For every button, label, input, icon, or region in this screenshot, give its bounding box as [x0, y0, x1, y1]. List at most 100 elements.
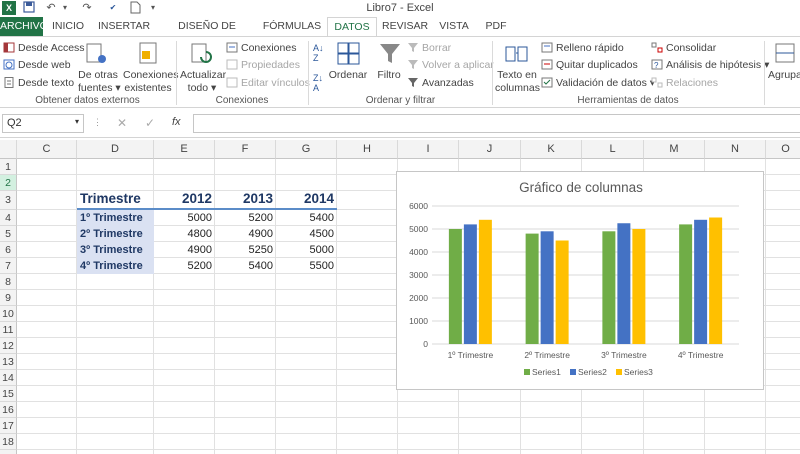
row-header-3[interactable]: 3: [0, 191, 17, 210]
desde-web-button[interactable]: Desde web: [3, 59, 71, 72]
column-header-h[interactable]: H: [337, 140, 398, 159]
table-cell[interactable]: 5400: [215, 258, 276, 274]
filtro-button[interactable]: Filtro: [373, 69, 405, 82]
consolidar-button[interactable]: Consolidar: [651, 42, 716, 55]
table-cell[interactable]: 5200: [154, 258, 215, 274]
tab-formulas[interactable]: FÓRMULAS: [262, 17, 322, 36]
validacion-datos-button[interactable]: Validación de datos ▾: [541, 77, 655, 90]
volver-aplicar-button[interactable]: Volver a aplicar: [407, 59, 494, 72]
row-header-15[interactable]: 15: [0, 386, 17, 402]
tab-revisar[interactable]: REVISAR: [382, 17, 428, 36]
column-chart[interactable]: Gráfico de columnas 0 1000 2000 3000 4000 5000…: [396, 171, 764, 390]
texto-columnas-button[interactable]: Texto en columnas: [495, 69, 540, 95]
otras-fuentes-label-1: De otras: [78, 69, 118, 81]
table-cell[interactable]: 5200: [215, 210, 276, 226]
row-header-16[interactable]: 16: [0, 402, 17, 418]
row-header-10[interactable]: 10: [0, 306, 17, 322]
row-header-13[interactable]: 13: [0, 354, 17, 370]
table-cell-label[interactable]: 4º Trimestre: [77, 258, 154, 274]
agrupar-button[interactable]: Agrupa: [768, 69, 800, 82]
tab-archivo[interactable]: ARCHIVO: [0, 17, 48, 36]
editar-vinculos-button[interactable]: Editar vínculos: [226, 77, 310, 90]
row-header-17[interactable]: 17: [0, 418, 17, 434]
tab-vista[interactable]: VISTA: [434, 17, 474, 36]
table-cell[interactable]: 5000: [154, 210, 215, 226]
row-header-7[interactable]: 7: [0, 258, 17, 274]
desde-access-button[interactable]: Desde Access: [3, 42, 85, 55]
otras-fuentes-button[interactable]: De otras fuentes ▾: [78, 69, 121, 95]
column-header-k[interactable]: K: [521, 140, 582, 159]
quitar-duplicados-button[interactable]: Quitar duplicados: [541, 59, 638, 72]
relleno-rapido-button[interactable]: Relleno rápido: [541, 42, 624, 55]
table-header-2013[interactable]: 2013: [215, 189, 276, 209]
conexiones-button[interactable]: Conexiones: [226, 42, 296, 55]
row-header-1[interactable]: 1: [0, 159, 17, 175]
insert-function-icon[interactable]: fx: [172, 116, 181, 128]
table-header-2014[interactable]: 2014: [276, 189, 337, 209]
table-cell[interactable]: 5400: [276, 210, 337, 226]
row-header-9[interactable]: 9: [0, 290, 17, 306]
select-all-corner[interactable]: [0, 140, 17, 159]
table-cell-label[interactable]: 2º Trimestre: [77, 226, 154, 242]
tab-diseno-pagina[interactable]: DISEÑO DE PÁGINA: [157, 17, 257, 51]
chevron-down-icon[interactable]: ▾: [75, 117, 79, 126]
borrar-button[interactable]: Borrar: [407, 42, 451, 55]
tab-pdf[interactable]: PDF: [480, 17, 512, 36]
table-cell[interactable]: 4800: [154, 226, 215, 242]
column-header-j[interactable]: J: [459, 140, 521, 159]
row-header-8[interactable]: 8: [0, 274, 17, 290]
row-header-5[interactable]: 5: [0, 226, 17, 242]
sort-az-icon[interactable]: A↓ Z: [313, 43, 324, 63]
column-header-i[interactable]: I: [398, 140, 459, 159]
row-header-2[interactable]: 2: [0, 175, 17, 191]
tab-insertar[interactable]: INSERTAR: [96, 17, 152, 36]
advanced-filter-icon: [407, 77, 419, 88]
table-cell-label[interactable]: 3º Trimestre: [77, 242, 154, 258]
text-to-columns-icon: [504, 41, 530, 67]
enter-icon[interactable]: ✓: [145, 116, 155, 130]
column-header-m[interactable]: M: [644, 140, 705, 159]
table-cell[interactable]: 4500: [276, 226, 337, 242]
chevron-down-icon: ▾: [211, 82, 217, 94]
relaciones-button[interactable]: Relaciones: [651, 77, 718, 90]
tab-datos[interactable]: DATOS: [327, 17, 377, 37]
row-header-19[interactable]: 19: [0, 450, 17, 454]
name-box[interactable]: Q2 ▾: [2, 114, 84, 133]
analisis-hipotesis-button[interactable]: ? Análisis de hipótesis ▾: [651, 59, 769, 72]
column-header-g[interactable]: G: [276, 140, 337, 159]
formula-input[interactable]: [193, 114, 800, 133]
column-header-d[interactable]: D: [77, 140, 154, 159]
tab-inicio[interactable]: INICIO: [46, 17, 90, 36]
table-cell[interactable]: 5000: [276, 242, 337, 258]
table-cell[interactable]: 4900: [215, 226, 276, 242]
row-header-11[interactable]: 11: [0, 322, 17, 338]
column-header-e[interactable]: E: [154, 140, 215, 159]
conexiones-existentes-label-2: existentes: [124, 82, 172, 94]
column-header-n[interactable]: N: [705, 140, 766, 159]
table-cell[interactable]: 5250: [215, 242, 276, 258]
table-header-trimestre[interactable]: Trimestre: [77, 189, 154, 209]
column-header-l[interactable]: L: [582, 140, 644, 159]
table-cell-label[interactable]: 1º Trimestre: [77, 210, 154, 226]
column-header-c[interactable]: C: [17, 140, 77, 159]
propiedades-button[interactable]: Propiedades: [226, 59, 300, 72]
resize-handle-icon[interactable]: ⋮: [93, 117, 102, 128]
table-header-2012[interactable]: 2012: [154, 189, 215, 209]
row-header-14[interactable]: 14: [0, 370, 17, 386]
row-header-18[interactable]: 18: [0, 434, 17, 450]
table-cell[interactable]: 5500: [276, 258, 337, 274]
row-header-4[interactable]: 4: [0, 210, 17, 226]
desde-texto-button[interactable]: Desde texto: [3, 77, 74, 90]
table-cell[interactable]: 4900: [154, 242, 215, 258]
ordenar-button[interactable]: Ordenar: [328, 69, 368, 82]
row-header-6[interactable]: 6: [0, 242, 17, 258]
sort-za-icon[interactable]: Z↓ A: [313, 73, 323, 93]
avanzadas-button[interactable]: Avanzadas: [407, 77, 474, 90]
conexiones-existentes-button[interactable]: Conexiones existentes: [123, 69, 178, 95]
row-header-12[interactable]: 12: [0, 338, 17, 354]
column-header-o[interactable]: O: [766, 140, 800, 159]
column-header-f[interactable]: F: [215, 140, 276, 159]
cancel-icon[interactable]: ✕: [117, 116, 127, 130]
actualizar-todo-button[interactable]: Actualizar todo ▾: [180, 69, 226, 95]
desde-access-label: Desde Access: [18, 42, 85, 54]
